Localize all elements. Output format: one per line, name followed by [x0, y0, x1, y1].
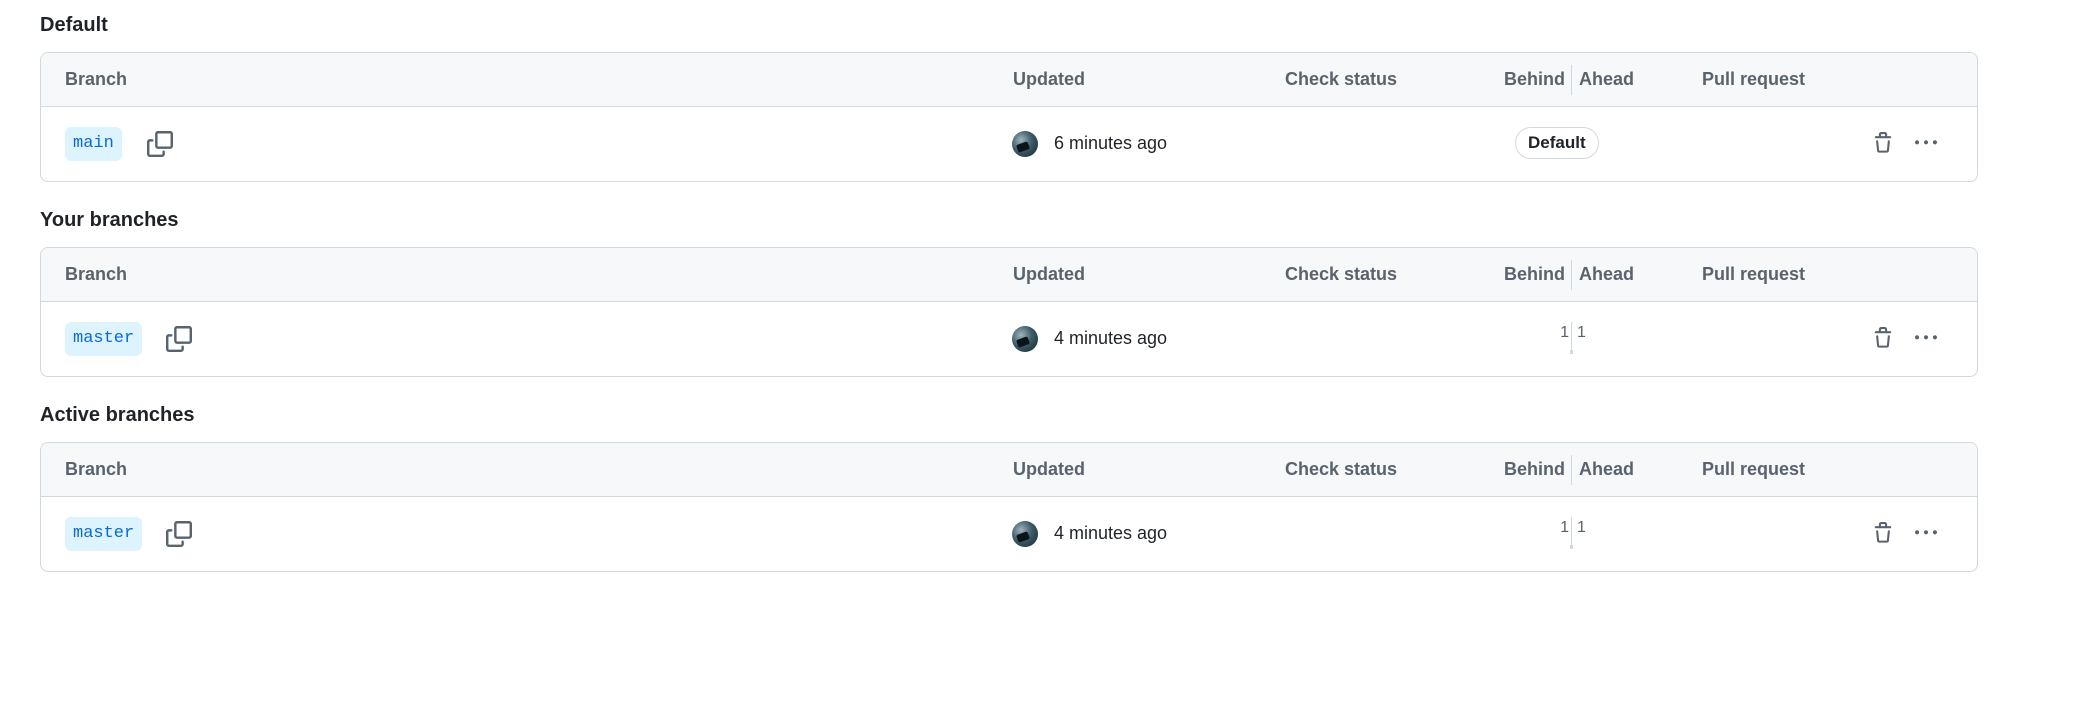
- copy-icon: [166, 521, 192, 547]
- kebab-horizontal-icon: [1915, 335, 1937, 340]
- ahead-count: 1: [1577, 519, 1586, 536]
- copy-branch-name-button[interactable]: [143, 127, 177, 161]
- behind-ahead-divider: [1570, 517, 1573, 549]
- column-header-behind: Behind: [1504, 264, 1565, 284]
- column-header-updated: Updated: [1013, 459, 1085, 479]
- branch-name-link[interactable]: master: [65, 322, 143, 356]
- ahead-count: 1: [1577, 324, 1586, 341]
- behind-count: 1: [1560, 324, 1569, 341]
- more-options-button[interactable]: [1907, 125, 1945, 161]
- section-title-your-branches: Your branches: [40, 209, 179, 231]
- column-header-behind: Behind: [1504, 69, 1565, 89]
- delete-branch-button[interactable]: [1866, 515, 1900, 551]
- branch-name-link[interactable]: master: [65, 517, 143, 551]
- delete-branch-button[interactable]: [1866, 320, 1900, 356]
- column-header-pull-request: Pull request: [1702, 69, 1806, 89]
- column-header-branch: Branch: [65, 69, 128, 89]
- delete-branch-button[interactable]: [1866, 125, 1900, 161]
- updated-time: 4 minutes ago: [1054, 328, 1168, 348]
- table-header: Branch Updated Check status Behind Ahead…: [41, 53, 1977, 107]
- kebab-horizontal-icon: [1915, 140, 1937, 145]
- column-header-ahead: Ahead: [1579, 69, 1635, 89]
- column-header-pull-request: Pull request: [1702, 264, 1806, 284]
- updated-time: 4 minutes ago: [1054, 523, 1168, 543]
- column-header-updated: Updated: [1013, 69, 1085, 89]
- column-header-branch: Branch: [65, 459, 128, 479]
- trash-icon: [1874, 522, 1892, 543]
- trash-icon: [1874, 327, 1892, 348]
- trash-icon: [1874, 132, 1892, 153]
- table-row: master 4 minutes ago 1 1: [41, 302, 1977, 376]
- default-badge: Default: [1515, 127, 1599, 159]
- behind-count: 1: [1560, 519, 1569, 536]
- copy-branch-name-button[interactable]: [162, 517, 196, 551]
- table-header: Branch Updated Check status Behind Ahead…: [41, 248, 1977, 302]
- updated-time: 6 minutes ago: [1054, 133, 1168, 153]
- branch-table-your-branches: Branch Updated Check status Behind Ahead…: [40, 247, 1978, 377]
- column-header-ahead: Ahead: [1579, 459, 1635, 479]
- copy-icon: [166, 326, 192, 352]
- column-header-pull-request: Pull request: [1702, 459, 1806, 479]
- header-divider: [1571, 455, 1572, 485]
- behind-ahead-divider: [1570, 322, 1573, 354]
- section-title-default: Default: [40, 14, 108, 36]
- section-title-active-branches: Active branches: [40, 404, 195, 426]
- header-divider: [1571, 260, 1572, 290]
- copy-icon: [147, 131, 173, 157]
- more-options-button[interactable]: [1907, 320, 1945, 356]
- branch-table-default: Branch Updated Check status Behind Ahead…: [40, 52, 1978, 182]
- header-divider: [1571, 65, 1572, 95]
- branch-table-active-branches: Branch Updated Check status Behind Ahead…: [40, 442, 1978, 572]
- branches-page: Default Branch Updated Check status Behi…: [0, 0, 2093, 720]
- avatar[interactable]: [1012, 131, 1038, 157]
- column-header-check-status: Check status: [1285, 69, 1398, 89]
- column-header-behind: Behind: [1504, 459, 1565, 479]
- table-header: Branch Updated Check status Behind Ahead…: [41, 443, 1977, 497]
- avatar[interactable]: [1012, 326, 1038, 352]
- kebab-horizontal-icon: [1915, 530, 1937, 535]
- avatar[interactable]: [1012, 521, 1038, 547]
- column-header-check-status: Check status: [1285, 459, 1398, 479]
- column-header-branch: Branch: [65, 264, 128, 284]
- column-header-ahead: Ahead: [1579, 264, 1635, 284]
- branch-name-link[interactable]: main: [65, 127, 122, 161]
- column-header-check-status: Check status: [1285, 264, 1398, 284]
- copy-branch-name-button[interactable]: [162, 322, 196, 356]
- table-row: main 6 minutes ago Default: [41, 107, 1977, 181]
- table-row: master 4 minutes ago 1 1: [41, 497, 1977, 571]
- column-header-updated: Updated: [1013, 264, 1085, 284]
- more-options-button[interactable]: [1907, 515, 1945, 551]
